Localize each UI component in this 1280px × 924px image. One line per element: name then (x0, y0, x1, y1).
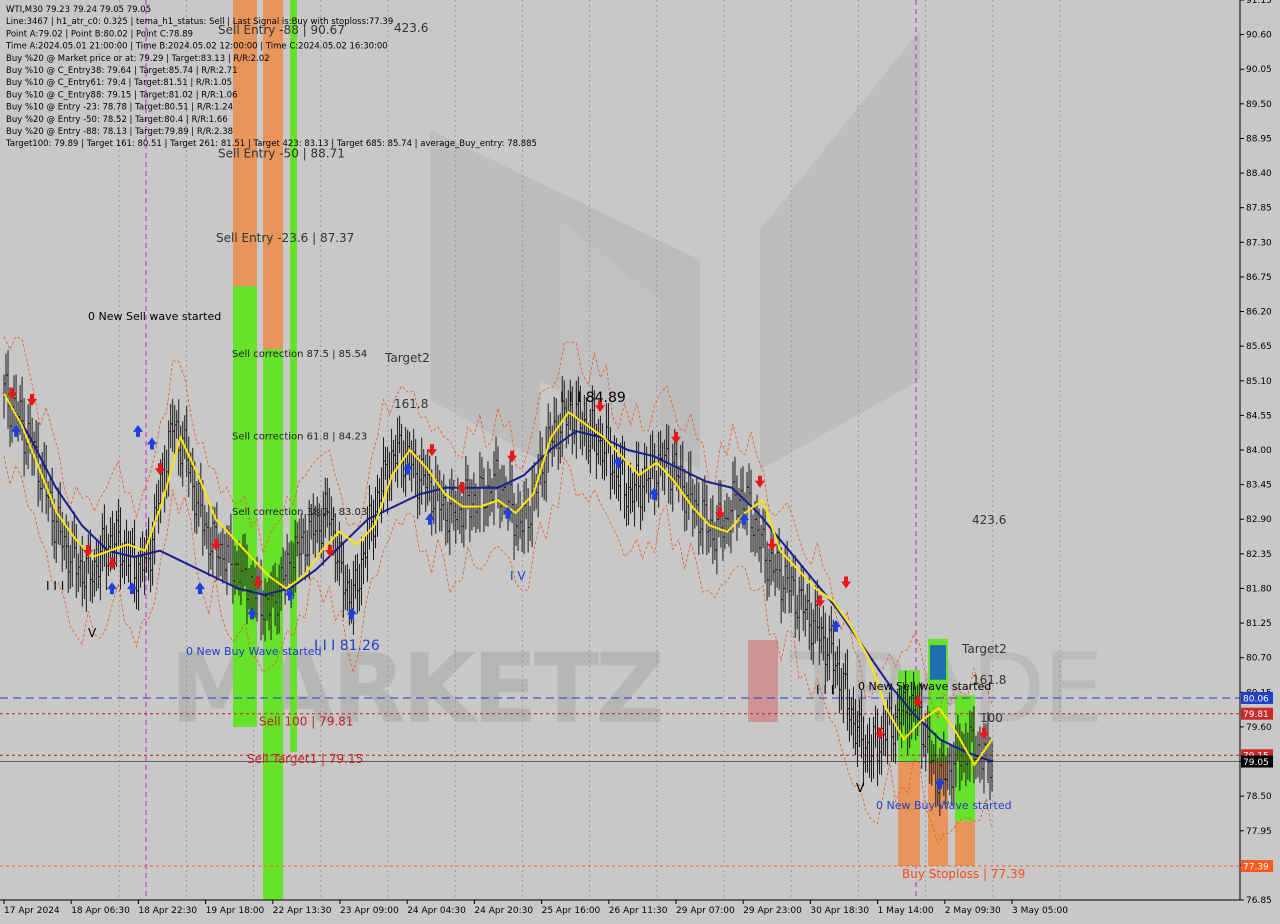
price-tick-label: 79.60 (1246, 723, 1272, 733)
time-tick-label: 3 May 05:00 (1012, 906, 1068, 916)
zone-bar (290, 0, 297, 753)
info-line: Time A:2024.05.01 21:00:00 | Time B:2024… (5, 42, 388, 52)
price-tick-label: 85.10 (1246, 377, 1272, 387)
price-tick-label: 81.25 (1246, 619, 1272, 629)
zone-bar (898, 761, 920, 867)
info-line: Buy %10 @ Entry -23: 78.78 | Target:80.5… (6, 103, 233, 113)
price-tick-label: 78.50 (1246, 792, 1272, 802)
price-marker-label: 79.05 (1243, 758, 1269, 768)
zone-bar (955, 821, 975, 867)
zone-label: Sell correction 61.8 | 84.23 (232, 432, 367, 443)
price-tick-label: 88.95 (1246, 134, 1272, 144)
price-tick-label: 82.35 (1246, 550, 1272, 560)
chart-annotation: 161.8 (394, 397, 428, 411)
chart-annotation: I V (510, 569, 526, 583)
chart-annotation: 0 New Sell wave started (858, 680, 991, 693)
time-tick-label: 22 Apr 13:30 (273, 906, 332, 916)
chart-annotation: Target2 (384, 351, 430, 365)
time-tick-label: 1 May 14:00 (878, 906, 934, 916)
time-tick-label: 29 Apr 07:00 (676, 906, 735, 916)
info-line: Line:3467 | h1_atr_c0: 0.325 | tema_h1_s… (6, 17, 393, 27)
chart-annotation: 100 (980, 711, 1003, 725)
time-tick-label: 30 Apr 18:30 (810, 906, 869, 916)
price-marker-label: 77.39 (1243, 863, 1269, 873)
price-marker-label: 80.06 (1243, 694, 1269, 704)
time-tick-label: 23 Apr 09:00 (340, 906, 399, 916)
info-line: Buy %20 @ Entry -50: 78.52 | Target:80.4… (6, 115, 228, 125)
chart-annotation: Target2 (961, 642, 1007, 656)
info-line: Buy %10 @ C_Entry61: 79.4 | Target:81.51… (6, 78, 232, 88)
chart-annotation: 423.6 (972, 513, 1006, 527)
price-tick-label: 90.60 (1246, 31, 1272, 41)
price-tick-label: 84.55 (1246, 411, 1272, 421)
time-tick-label: 17 Apr 2024 (4, 906, 60, 916)
time-tick-label: 18 Apr 22:30 (138, 906, 197, 916)
chart-annotation: V (88, 626, 97, 640)
time-tick-label: 25 Apr 16:00 (542, 906, 601, 916)
price-tick-label: 88.40 (1246, 169, 1272, 179)
price-tick-label: 82.90 (1246, 515, 1272, 525)
level-label: Sell 100 | 79.81 (259, 715, 353, 729)
price-tick-label: 76.85 (1246, 896, 1272, 906)
chart-annotation: V (856, 781, 865, 795)
chart-annotation: 0 New Sell wave started (88, 310, 221, 323)
time-tick-label: 24 Apr 20:30 (474, 906, 533, 916)
time-tick-label: 18 Apr 06:30 (71, 906, 130, 916)
chart-root: MARKETZ TRADE Sell Entry -88 | 90.67Sell… (0, 0, 1280, 920)
time-tick-label: 26 Apr 11:30 (609, 906, 668, 916)
level-label: Sell Target1 | 79.15 (247, 752, 363, 766)
zone-bar (263, 0, 283, 350)
chart-annotation: I I I (46, 579, 64, 593)
info-line: Buy %10 @ C_Entry38: 79.64 | Target:85.7… (6, 66, 238, 76)
info-line: Point A:79.02 | Point B:80.02 | Point C:… (6, 29, 193, 39)
price-tick-label: 86.75 (1246, 273, 1272, 283)
zone-label: Sell correction 87.5 | 85.54 (232, 349, 367, 360)
time-tick-label: 29 Apr 23:00 (743, 906, 802, 916)
chart-annotation: I I I 84.89 (560, 390, 626, 406)
price-tick-label: 83.45 (1246, 481, 1272, 491)
price-tick-label: 81.80 (1246, 584, 1272, 594)
time-tick-label: 2 May 09:30 (945, 906, 1001, 916)
chart-annotation: 423.6 (394, 21, 428, 35)
price-tick-label: 84.00 (1246, 446, 1272, 456)
chart-annotation: I I I (816, 683, 834, 697)
price-marker-label: 79.81 (1243, 710, 1269, 720)
chart-annotation: 0 New Buy Wave started (186, 645, 322, 658)
price-tick-label: 77.95 (1246, 827, 1272, 837)
level-label: Buy Stoploss | 77.39 (902, 867, 1025, 881)
info-line: Buy %20 @ Market price or at: 79.29 | Ta… (6, 54, 270, 64)
price-tick-label: 86.20 (1246, 308, 1272, 318)
price-tick-label: 87.85 (1246, 204, 1272, 214)
price-tick-label: 87.30 (1246, 238, 1272, 248)
time-tick-label: 24 Apr 04:30 (407, 906, 466, 916)
info-line: Buy %10 @ C_Entry88: 79.15 | Target:81.0… (6, 90, 238, 100)
info-line: Target100: 79.89 | Target 161: 80.51 | T… (5, 139, 537, 149)
zone-label: Sell correction 38.2 | 83.03 (232, 507, 367, 518)
price-tick-label: 80.70 (1246, 654, 1272, 664)
info-line: WTI,M30 79.23 79.24 79.05 79.05 (6, 5, 151, 15)
time-axis: 17 Apr 2024 18 Apr 06:30 18 Apr 22:30 19 Ap… (3, 900, 1068, 916)
chart-annotation: I I I 81.26 (314, 638, 380, 654)
price-chart[interactable]: MARKETZ TRADE Sell Entry -88 | 90.67Sell… (0, 0, 1280, 920)
price-tick-label: 89.50 (1246, 100, 1272, 110)
zone-label: Sell Entry -23.6 | 87.37 (216, 231, 354, 245)
price-tick-label: 91.15 (1246, 0, 1272, 6)
info-line: Buy %20 @ Entry -88: 78.13 | Target:79.8… (6, 127, 233, 137)
zone-bar (930, 645, 946, 680)
price-tick-label: 90.05 (1246, 65, 1272, 75)
time-tick-label: 19 Apr 18:00 (206, 906, 265, 916)
chart-annotation: 0 New Buy Wave started (876, 799, 1012, 812)
price-tick-label: 85.65 (1246, 342, 1272, 352)
